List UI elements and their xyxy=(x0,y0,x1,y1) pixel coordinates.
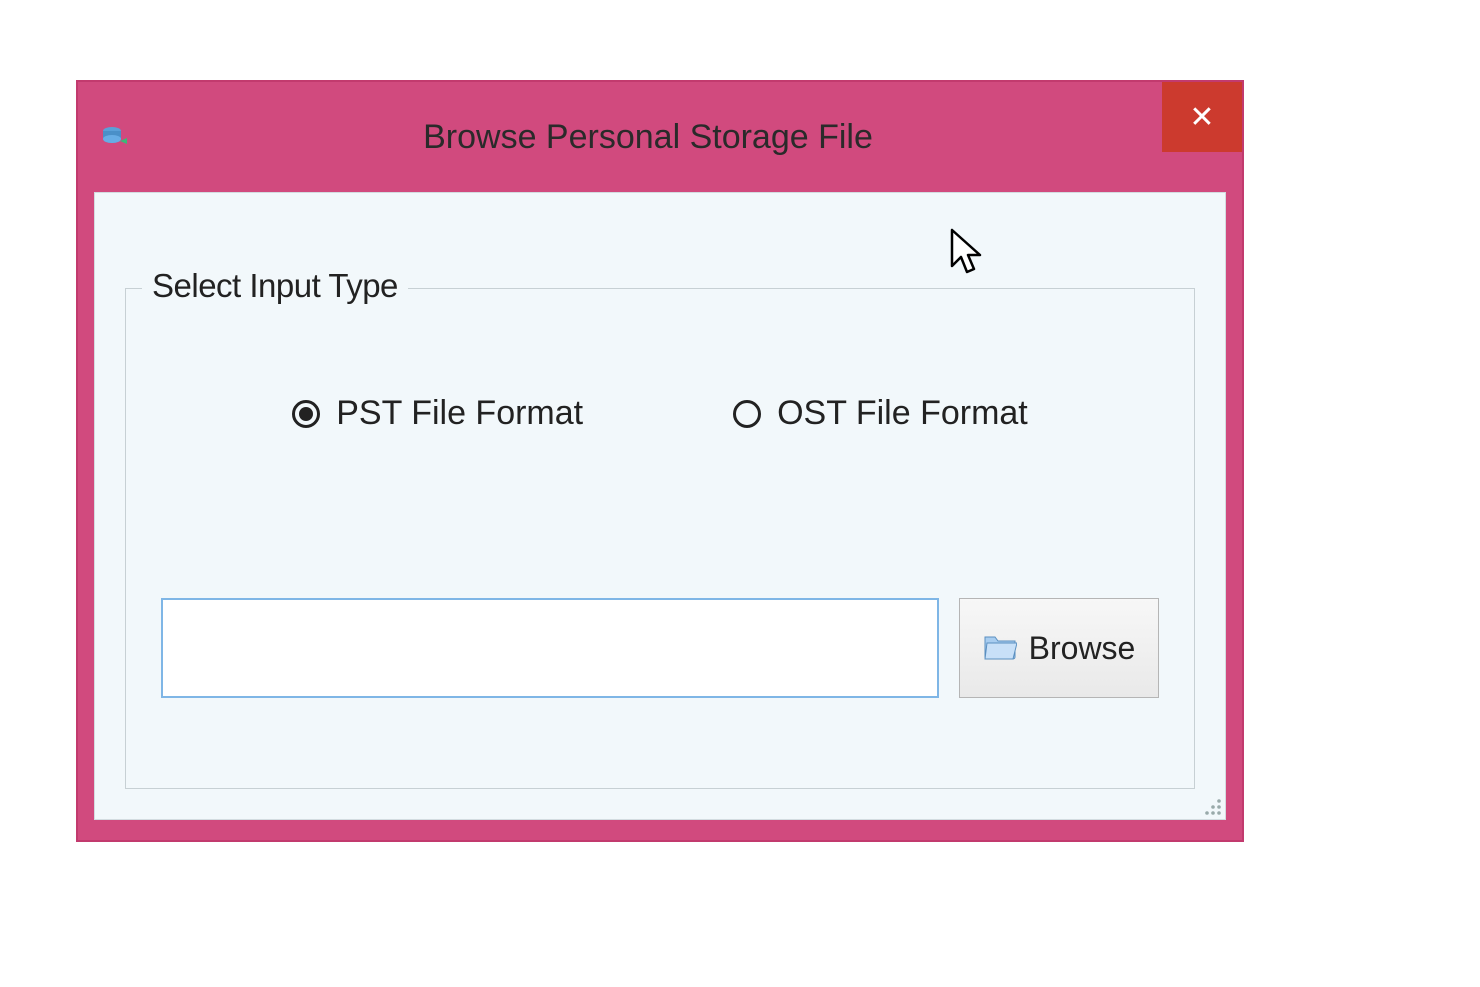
input-type-groupbox: Select Input Type PST File Format OST Fi… xyxy=(125,288,1195,789)
close-button[interactable]: ✕ xyxy=(1162,82,1242,152)
app-icon xyxy=(98,119,134,155)
radio-ost[interactable]: OST File Format xyxy=(733,394,1028,433)
resize-grip xyxy=(1197,791,1225,819)
close-icon: ✕ xyxy=(1189,100,1214,135)
folder-icon xyxy=(983,631,1017,666)
radio-indicator xyxy=(292,400,320,428)
window-title: Browse Personal Storage File xyxy=(134,118,1242,157)
radio-indicator xyxy=(733,400,761,428)
radio-ost-label: OST File Format xyxy=(777,394,1028,433)
groupbox-label: Select Input Type xyxy=(142,267,408,305)
radio-pst-label: PST File Format xyxy=(336,394,583,433)
client-area: Select Input Type PST File Format OST Fi… xyxy=(94,192,1226,820)
radio-pst[interactable]: PST File Format xyxy=(292,394,583,433)
dialog-window: Browse Personal Storage File ✕ Select In… xyxy=(76,80,1244,842)
titlebar[interactable]: Browse Personal Storage File ✕ xyxy=(78,82,1242,192)
radio-row: PST File Format OST File Format xyxy=(161,394,1159,433)
path-row: Browse xyxy=(161,598,1159,698)
radio-dot xyxy=(299,407,313,421)
browse-button[interactable]: Browse xyxy=(959,598,1159,698)
file-path-input[interactable] xyxy=(161,598,939,698)
browse-label: Browse xyxy=(1029,630,1136,667)
